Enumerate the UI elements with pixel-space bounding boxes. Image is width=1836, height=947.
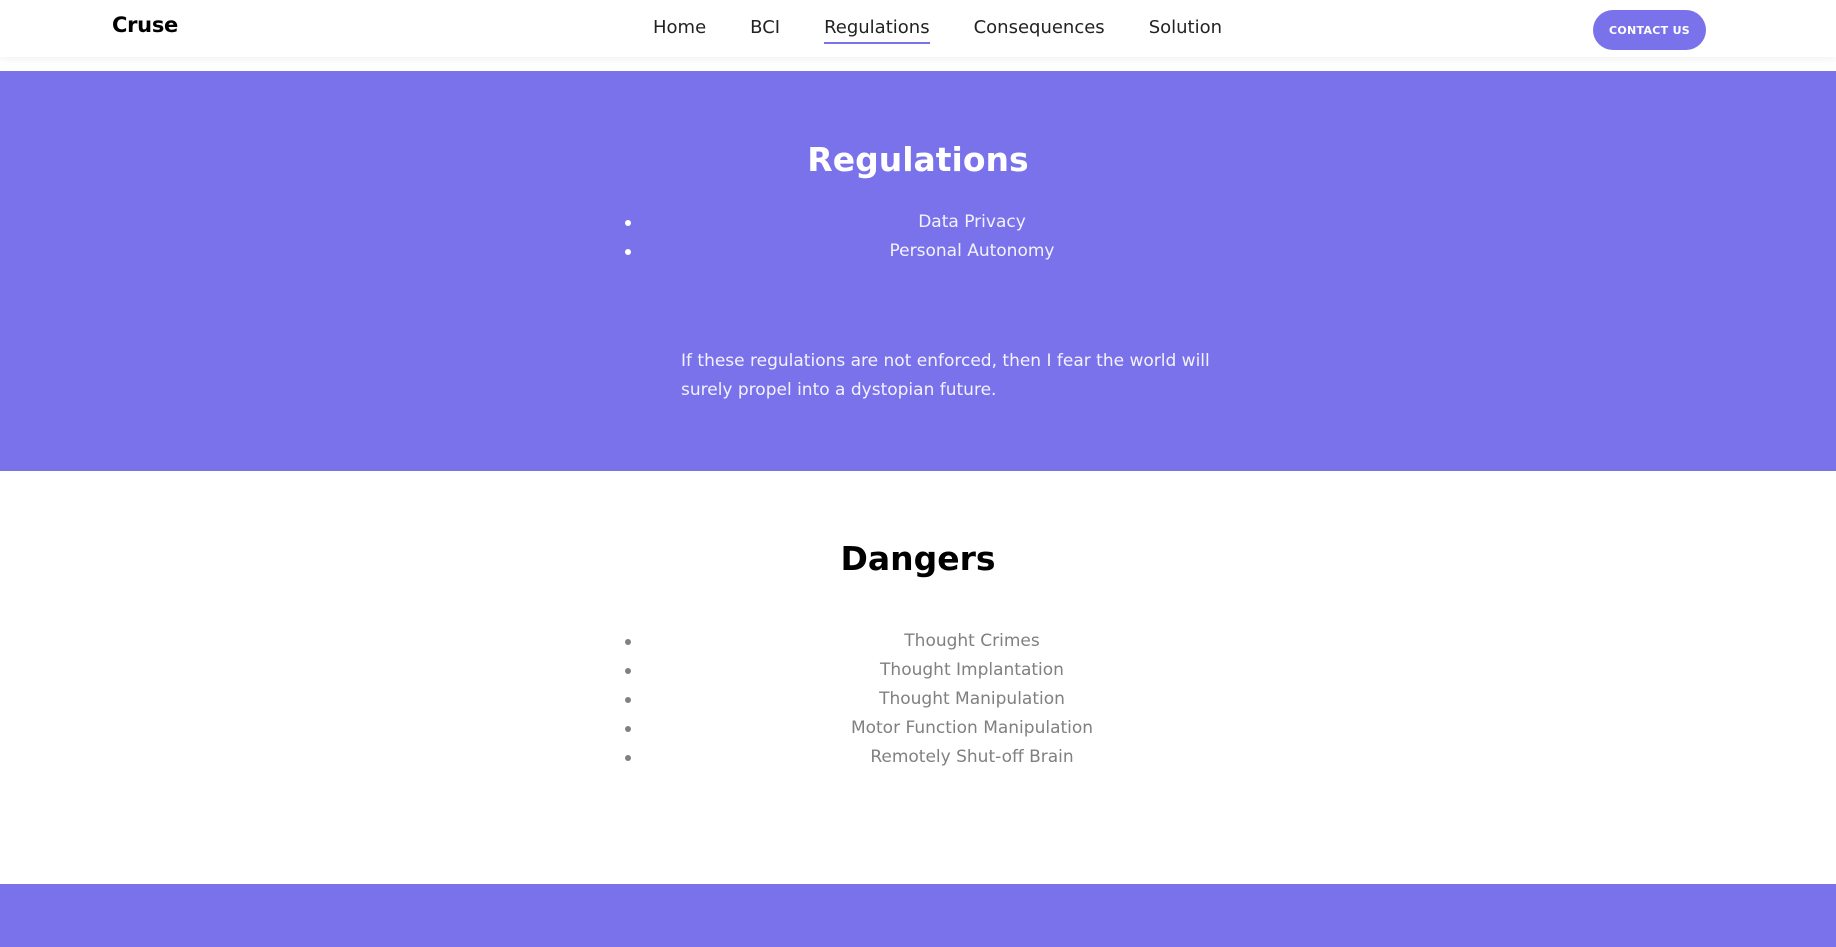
list-item: Remotely Shut-off Brain [606,743,1272,772]
contact-us-button[interactable]: CONTACT US [1593,10,1706,50]
bullet-icon [625,668,631,674]
list-item-label: Thought Crimes [904,631,1040,651]
list-item-label: Data Privacy [918,212,1026,232]
list-item: Thought Crimes [606,627,1272,656]
dangers-section: Dangers Thought Crimes Thought Implantat… [0,471,1836,884]
bullet-icon [625,220,631,226]
regulations-title: Regulations [807,140,1029,179]
list-item-label: Thought Manipulation [879,689,1065,709]
bullet-icon [625,249,631,255]
regulations-section: Regulations Data Privacy Personal Autono… [0,71,1836,471]
regulations-list: Data Privacy Personal Autonomy [606,208,1272,266]
nav-link-home[interactable]: Home [653,17,706,44]
bullet-icon [625,755,631,761]
nav-link-bci[interactable]: BCI [750,17,780,44]
bullet-icon [625,697,631,703]
dangers-list: Thought Crimes Thought Implantation Thou… [606,627,1272,772]
list-item-label: Thought Implantation [880,660,1064,680]
top-navbar: Cruse Home BCI Regulations Consequences … [0,0,1836,57]
list-item: Motor Function Manipulation [606,714,1272,743]
bullet-icon [625,639,631,645]
list-item-label: Personal Autonomy [889,241,1055,261]
list-item-label: Motor Function Manipulation [850,718,1094,738]
list-item: Thought Manipulation [606,685,1272,714]
nav-menu: Home BCI Regulations Consequences Soluti… [653,17,1266,44]
list-item: Thought Implantation [606,656,1272,685]
nav-link-regulations[interactable]: Regulations [824,17,930,44]
list-item: Personal Autonomy [606,237,1272,266]
dangers-title: Dangers [840,539,996,578]
nav-link-consequences[interactable]: Consequences [974,17,1105,44]
regulations-quote: If these regulations are not enforced, t… [681,351,1210,400]
brand-logo[interactable]: Cruse [112,13,178,37]
bullet-icon [625,726,631,732]
list-item-label: Remotely Shut-off Brain [870,747,1074,767]
list-item: Data Privacy [606,208,1272,237]
nav-link-solution[interactable]: Solution [1149,17,1222,44]
next-section-band [0,884,1836,947]
